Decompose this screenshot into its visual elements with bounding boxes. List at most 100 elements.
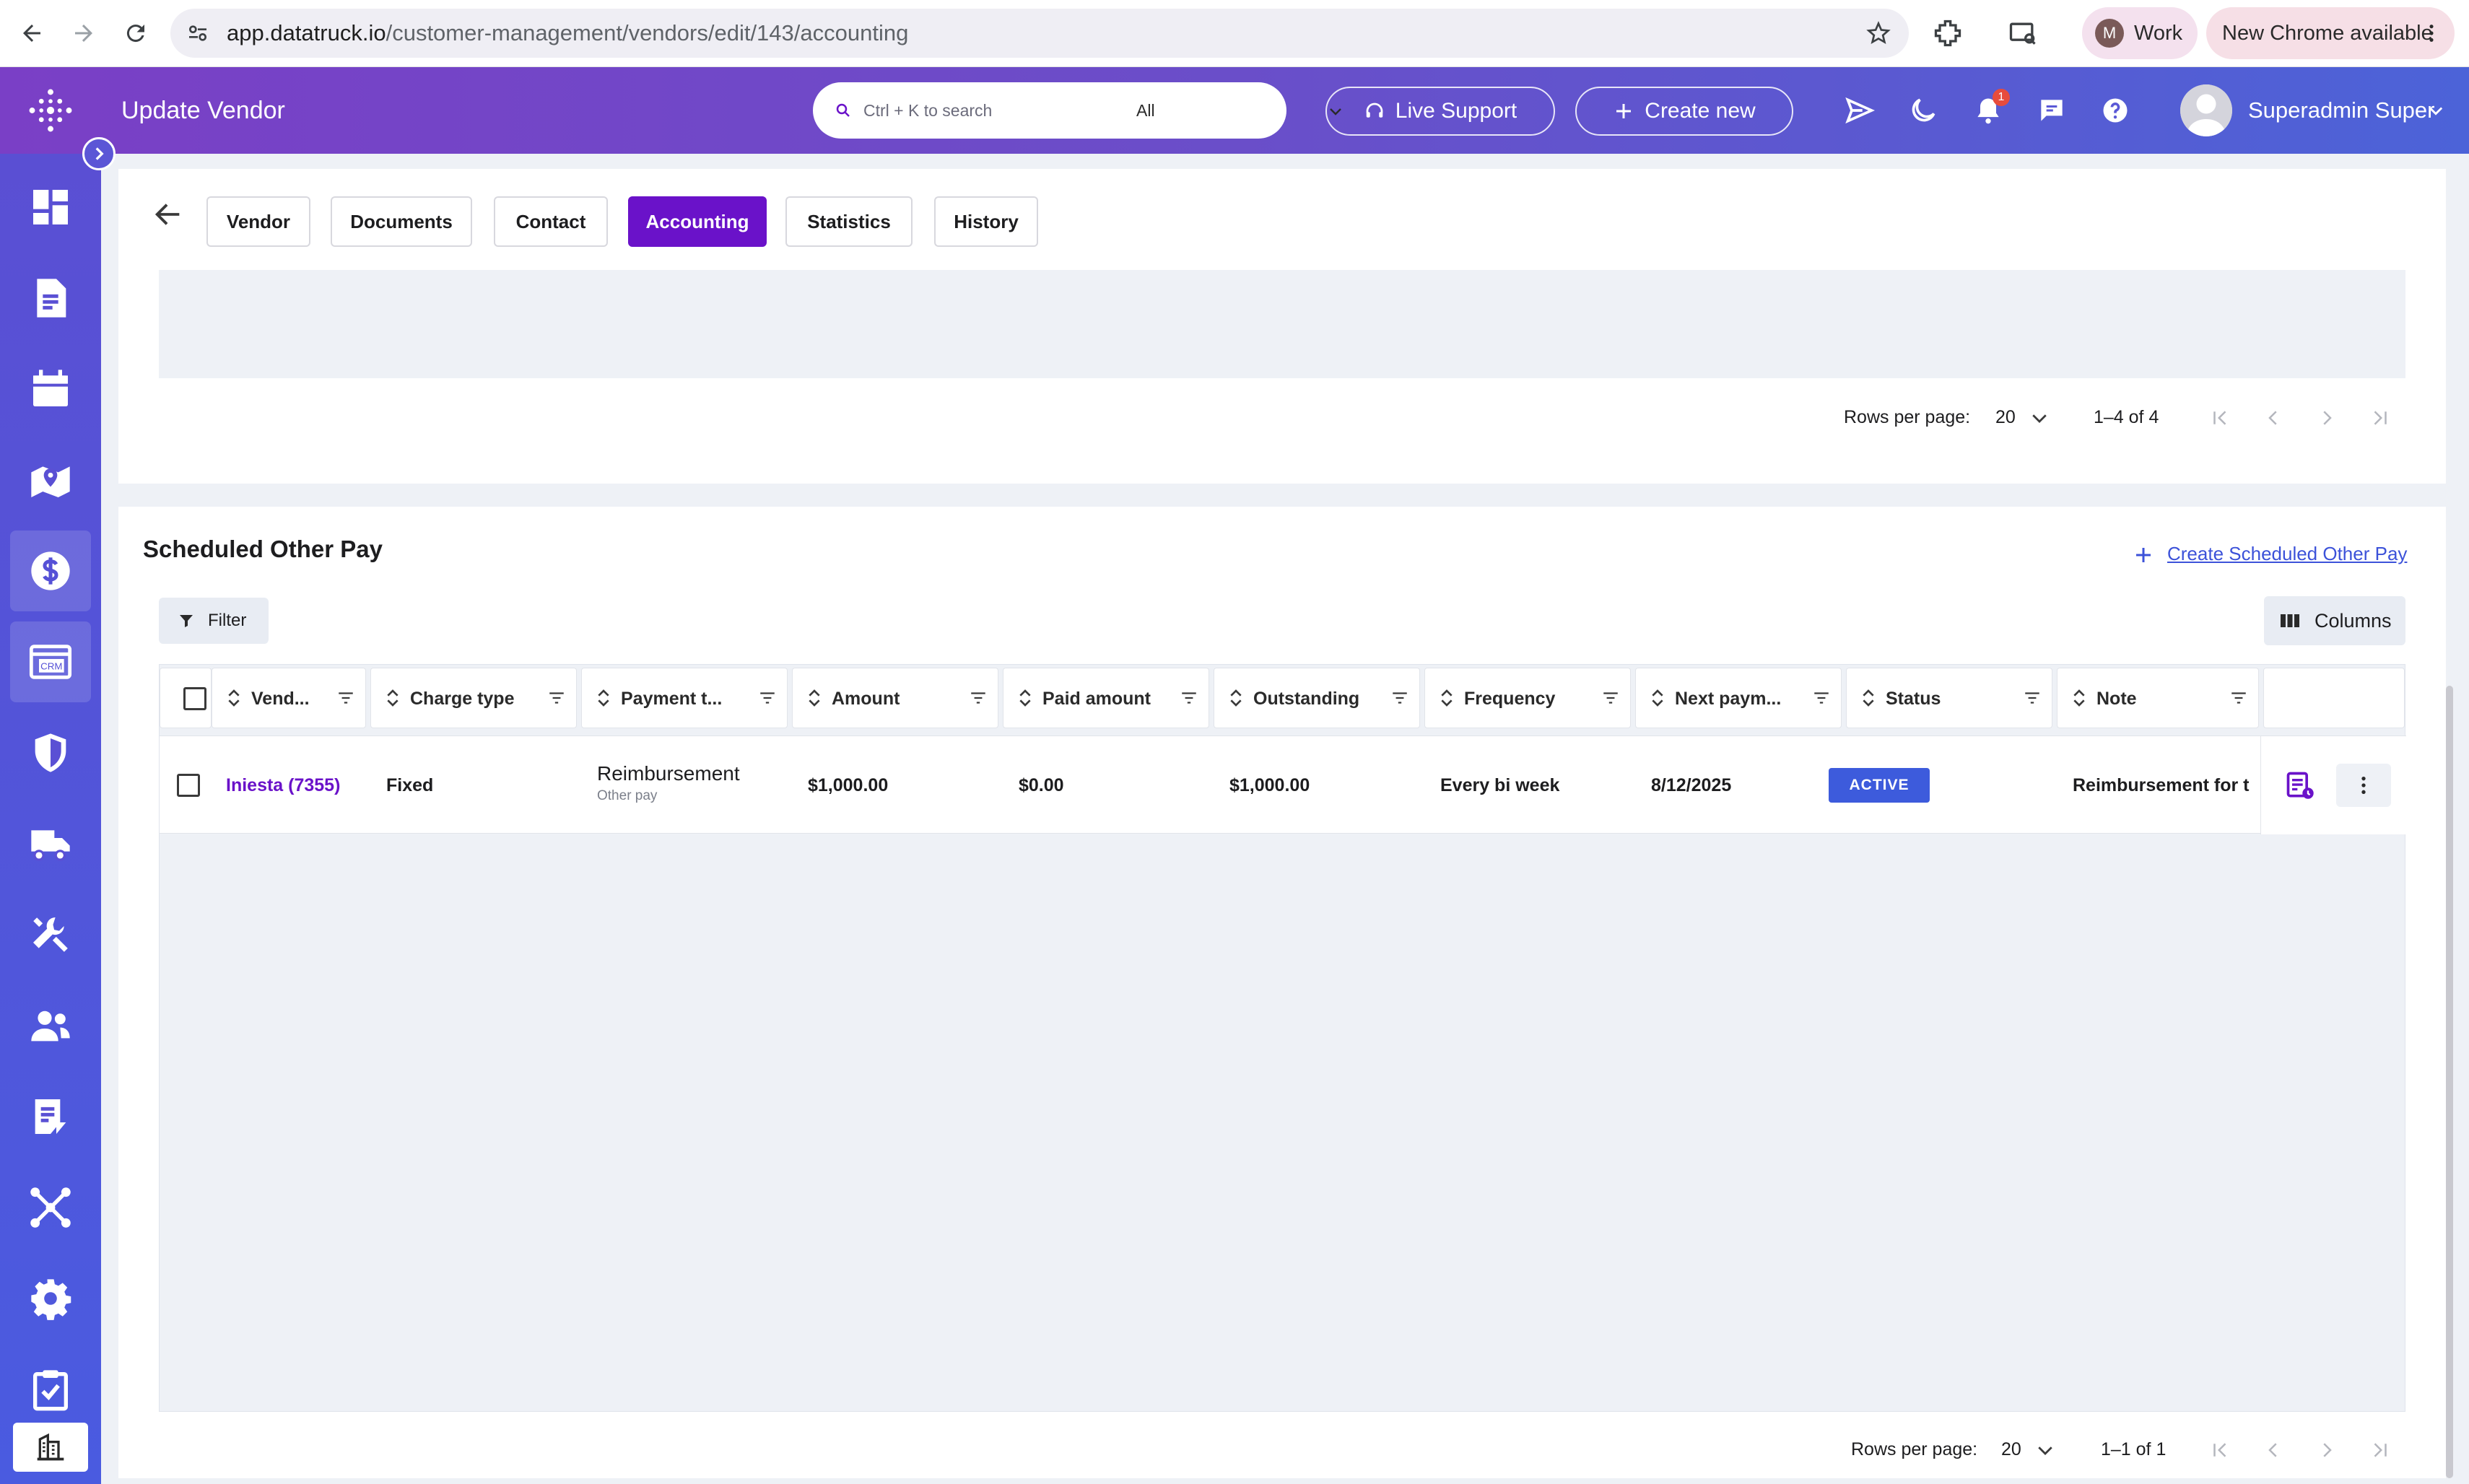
first-page-icon[interactable]	[2209, 407, 2231, 429]
sidebar-item-documents[interactable]	[10, 258, 91, 339]
tab-history[interactable]: History	[934, 196, 1038, 247]
sidebar-item-fleet[interactable]	[10, 803, 91, 884]
column-header-paid-amount[interactable]: Paid amount	[1003, 668, 1209, 728]
schedule-log-icon[interactable]	[2284, 769, 2316, 801]
filter-lines-icon[interactable]	[1390, 689, 1409, 707]
next-page-icon[interactable]	[2316, 407, 2338, 429]
reload-icon[interactable]	[118, 16, 153, 51]
tab-documents[interactable]: Documents	[331, 196, 472, 247]
sidebar-collapse-button[interactable]	[82, 137, 116, 170]
vendor-link[interactable]: Iniesta (7355)	[226, 736, 363, 834]
back-icon[interactable]	[14, 16, 49, 51]
app-logo-icon[interactable]	[26, 86, 75, 135]
rows-per-page-select[interactable]: 20	[1995, 396, 2016, 439]
select-all-checkbox[interactable]	[183, 687, 206, 710]
column-header-payment-type[interactable]: Payment t...	[581, 668, 788, 728]
send-icon[interactable]	[1844, 95, 1876, 126]
sort-icon[interactable]	[1861, 687, 1876, 709]
filter-lines-icon[interactable]	[336, 689, 355, 707]
chevron-down-icon[interactable]	[2426, 100, 2446, 121]
profile-chip[interactable]: M Work	[2082, 7, 2198, 59]
kebab-menu-icon[interactable]	[2421, 23, 2442, 43]
last-page-icon[interactable]	[2369, 1439, 2391, 1461]
sidebar-item-settings[interactable]	[10, 1258, 91, 1339]
sidebar-item-security[interactable]	[10, 712, 91, 793]
row-checkbox[interactable]	[177, 774, 200, 797]
sidebar-item-reports[interactable]	[10, 1076, 91, 1157]
sidebar-item-accounting[interactable]	[10, 531, 91, 611]
row-more-button[interactable]	[2336, 764, 2391, 807]
rows-per-page-select[interactable]: 20	[2001, 1428, 2021, 1471]
sort-icon[interactable]	[386, 687, 400, 709]
sort-icon[interactable]	[2072, 687, 2086, 709]
filter-button[interactable]: Filter	[159, 598, 269, 644]
filter-lines-icon[interactable]	[969, 689, 988, 707]
sidebar-item-integrations[interactable]	[10, 1167, 91, 1248]
create-scheduled-other-pay-link[interactable]: Create Scheduled Other Pay	[2167, 543, 2407, 565]
sort-icon[interactable]	[596, 687, 611, 709]
chrome-update-chip[interactable]: New Chrome available	[2206, 7, 2455, 59]
column-header-frequency[interactable]: Frequency	[1424, 668, 1631, 728]
extensions-icon[interactable]	[1932, 17, 1964, 49]
filter-lines-icon[interactable]	[2023, 689, 2042, 707]
sidebar-item-calendar[interactable]	[10, 349, 91, 429]
sort-icon[interactable]	[1229, 687, 1243, 709]
chat-icon[interactable]	[2036, 95, 2068, 126]
global-search[interactable]: Ctrl + K to search All	[813, 82, 1341, 139]
search-scope-select[interactable]: All	[1136, 82, 1155, 139]
sort-icon[interactable]	[1650, 687, 1665, 709]
column-header-vendor[interactable]: Vend...	[212, 668, 366, 728]
sidebar-item-dashboard[interactable]	[10, 167, 91, 248]
sort-icon[interactable]	[227, 687, 241, 709]
back-arrow-icon[interactable]	[152, 198, 185, 231]
live-support-button[interactable]: Live Support	[1325, 87, 1555, 136]
filter-lines-icon[interactable]	[758, 689, 777, 707]
sort-icon[interactable]	[1440, 687, 1454, 709]
first-page-icon[interactable]	[2209, 1439, 2231, 1461]
table-row[interactable]: Iniesta (7355) Fixed Reimbursement Other…	[160, 736, 2406, 834]
previous-page-icon[interactable]	[2263, 407, 2284, 429]
column-header-outstanding[interactable]: Outstanding	[1214, 668, 1420, 728]
sidebar-item-crm[interactable]: CRM	[10, 621, 91, 702]
help-icon[interactable]	[2099, 95, 2131, 126]
column-header-next-payment[interactable]: Next paym...	[1635, 668, 1842, 728]
sidebar-item-maintenance[interactable]	[10, 894, 91, 975]
filter-lines-icon[interactable]	[1180, 689, 1198, 707]
plus-icon[interactable]	[2133, 544, 2154, 566]
sidebar-item-tasks[interactable]	[10, 1349, 91, 1430]
sidebar-item-company[interactable]	[13, 1423, 88, 1472]
tab-vendor[interactable]: Vendor	[206, 196, 310, 247]
address-bar[interactable]: app.datatruck.io/customer-management/ven…	[170, 9, 1909, 58]
page-scrollbar[interactable]	[2446, 686, 2453, 1478]
dark-mode-icon[interactable]	[1907, 95, 1939, 126]
filter-lines-icon[interactable]	[2229, 689, 2248, 707]
columns-button[interactable]: Columns	[2264, 596, 2405, 645]
column-header-status[interactable]: Status	[1846, 668, 2052, 728]
tab-accounting[interactable]: Accounting	[628, 196, 767, 247]
create-new-button[interactable]: Create new	[1575, 87, 1793, 136]
previous-page-icon[interactable]	[2263, 1439, 2284, 1461]
filter-lines-icon[interactable]	[1812, 689, 1831, 707]
forward-icon[interactable]	[66, 16, 101, 51]
user-name[interactable]: Superadmin Super	[2248, 67, 2435, 154]
next-page-icon[interactable]	[2316, 1439, 2338, 1461]
media-control-icon[interactable]	[2007, 17, 2039, 49]
chevron-down-icon[interactable]	[2034, 1439, 2056, 1461]
site-settings-icon[interactable]	[186, 22, 209, 45]
sort-icon[interactable]	[1018, 687, 1032, 709]
search-input[interactable]: Ctrl + K to search	[863, 82, 992, 139]
tab-contact[interactable]: Contact	[494, 196, 608, 247]
column-header-amount[interactable]: Amount	[792, 668, 998, 728]
sidebar-item-users[interactable]	[10, 985, 91, 1066]
column-header-note[interactable]: Note	[2057, 668, 2259, 728]
user-avatar[interactable]	[2180, 84, 2232, 136]
column-header-charge-type[interactable]: Charge type	[370, 668, 577, 728]
tab-statistics[interactable]: Statistics	[785, 196, 913, 247]
chevron-down-icon[interactable]	[2029, 407, 2050, 429]
sidebar-item-map[interactable]	[10, 440, 91, 520]
sort-icon[interactable]	[807, 687, 822, 709]
bookmark-star-icon[interactable]	[1865, 20, 1891, 46]
last-page-icon[interactable]	[2369, 407, 2391, 429]
filter-lines-icon[interactable]	[547, 689, 566, 707]
filter-lines-icon[interactable]	[1601, 689, 1620, 707]
